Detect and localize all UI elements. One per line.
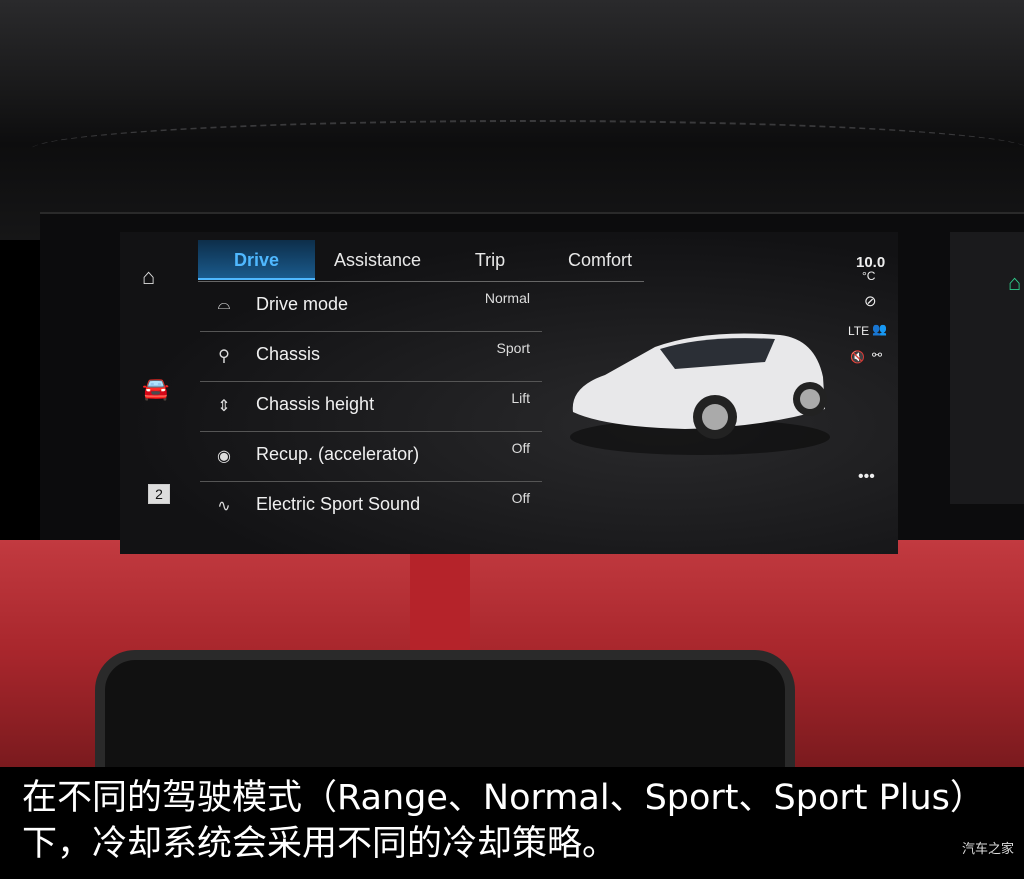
tab-drive[interactable]: Drive xyxy=(198,240,315,280)
infotainment-screen: ⌂ 🚘 2 Drive Assistance Trip Comfort ⌓ Dri… xyxy=(120,232,898,554)
mute-icon: 🔇 xyxy=(850,350,865,364)
caption: 在不同的驾驶模式（Range、Normal、Sport、Sport Plus） … xyxy=(0,767,1024,879)
setting-value: Off xyxy=(511,490,530,506)
setting-electric-sport-sound[interactable]: ∿ Electric Sport Sound Off xyxy=(200,482,542,532)
phone-disconnected-icon: ⊘ xyxy=(864,293,877,310)
watermark: 汽车之家 xyxy=(961,842,1014,857)
setting-value: Normal xyxy=(484,290,530,306)
tab-trip[interactable]: Trip xyxy=(450,240,530,280)
caption-line-2: 下，冷却系统会采用不同的冷却策略。 xyxy=(22,824,618,864)
shock-absorber-icon: ⚲ xyxy=(218,348,230,365)
home-icon[interactable]: ⌂ xyxy=(142,264,155,290)
car-icon[interactable]: 🚘 xyxy=(142,376,169,402)
setting-label: Recup. (accelerator) xyxy=(256,444,420,464)
sound-wave-icon: ∿ xyxy=(217,498,231,515)
setting-label: Electric Sport Sound xyxy=(256,494,421,514)
setting-label: Drive mode xyxy=(256,294,349,314)
tab-assistance[interactable]: Assistance xyxy=(320,240,435,280)
setting-value: Lift xyxy=(511,390,530,406)
stitching xyxy=(30,120,1024,160)
setting-label: Chassis xyxy=(256,344,321,364)
tab-comfort[interactable]: Comfort xyxy=(550,240,650,280)
setting-recuperation[interactable]: ◉ Recup. (accelerator) Off xyxy=(200,432,542,482)
recuperation-icon: ◉ xyxy=(217,448,231,465)
more-options-icon[interactable]: ••• xyxy=(858,468,875,486)
network-status: LTE xyxy=(848,324,870,338)
air-vent xyxy=(95,650,795,768)
badge-2[interactable]: 2 xyxy=(148,484,170,504)
caption-line-1: 在不同的驾驶模式（Range、Normal、Sport、Sport Plus） xyxy=(22,778,985,818)
seat-icon: ⚯ xyxy=(872,348,883,362)
car-image xyxy=(570,333,830,455)
setting-chassis-height[interactable]: ⇕ Chassis height Lift xyxy=(200,382,542,432)
setting-value: Sport xyxy=(496,340,530,356)
setting-label: Chassis height xyxy=(256,394,375,414)
home-icon-secondary[interactable]: ⌂ xyxy=(1008,270,1021,296)
temperature-unit: °C xyxy=(862,269,876,283)
setting-drive-mode[interactable]: ⌓ Drive mode Normal xyxy=(200,282,542,332)
setting-value: Off xyxy=(511,440,530,456)
secondary-screen: ⌂ xyxy=(950,232,1024,504)
interior-seam xyxy=(410,540,470,650)
dashboard-trim xyxy=(0,0,1024,240)
setting-chassis[interactable]: ⚲ Chassis Sport xyxy=(200,332,542,382)
chassis-height-icon: ⇕ xyxy=(217,398,231,415)
car-outline-icon: ⌓ xyxy=(217,296,231,313)
passenger-icon: 👥 xyxy=(872,322,887,336)
